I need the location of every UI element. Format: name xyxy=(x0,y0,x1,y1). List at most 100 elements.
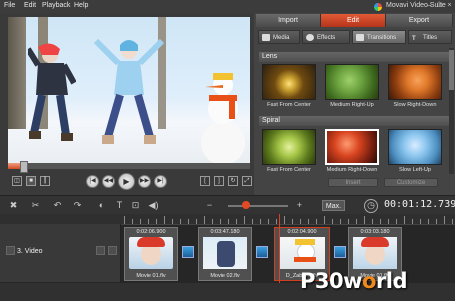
zoom-out-icon[interactable]: − xyxy=(204,200,215,211)
maximize-icon[interactable]: □ xyxy=(436,2,443,9)
seek-bar[interactable] xyxy=(8,161,250,173)
crop-icon[interactable]: ⊡ xyxy=(130,200,141,211)
ruler-tick xyxy=(188,219,189,224)
transition-thumbnail[interactable] xyxy=(325,64,379,100)
transition-marker-icon[interactable] xyxy=(334,246,346,258)
ruler-tick xyxy=(260,219,261,224)
clip-thumbnail xyxy=(279,237,325,269)
ruler-tick xyxy=(204,216,205,224)
step-back-icon[interactable]: ◀◀ xyxy=(102,175,115,188)
ruler-tick xyxy=(412,219,413,224)
transition-label: Slow Left-Up xyxy=(398,167,432,173)
track-name: 3. Video xyxy=(17,248,43,255)
transition-marker-icon[interactable] xyxy=(182,246,194,258)
minimize-icon[interactable]: – xyxy=(426,2,433,9)
text-icon[interactable]: T xyxy=(114,200,125,211)
ruler-tick xyxy=(356,219,357,224)
scrollbar-thumb[interactable] xyxy=(449,50,454,90)
effects-icon xyxy=(306,34,314,41)
snapshot-icon[interactable]: ◫ xyxy=(12,176,22,186)
customize-button[interactable]: Customize xyxy=(384,178,438,187)
ruler-tick xyxy=(372,219,373,224)
ruler-tick xyxy=(244,216,245,224)
zoom-slider[interactable] xyxy=(228,205,288,207)
ruler-tick xyxy=(428,219,429,224)
tab-import[interactable]: Import xyxy=(256,14,321,27)
ruler-tick xyxy=(132,219,133,224)
ruler-tick xyxy=(332,219,333,224)
stop-icon[interactable]: ■ xyxy=(26,176,36,186)
subtab-media-label: Media xyxy=(273,35,290,41)
timeline[interactable]: 3. Video 0:02:06.900 Movie 01.flv 0:03:4… xyxy=(0,214,455,301)
transition-thumbnail[interactable] xyxy=(262,64,316,100)
ruler-tick xyxy=(140,219,141,224)
track-lock-icon[interactable] xyxy=(6,246,15,255)
transition-label: Medium Right-Up xyxy=(330,102,374,108)
ruler-tick xyxy=(228,219,229,224)
ruler-tick xyxy=(164,216,165,224)
play-button[interactable]: ▶ xyxy=(118,173,135,190)
transition-thumbnail[interactable] xyxy=(262,129,316,165)
timeline-clip[interactable]: 0:03:47.180 Movie 02.flv xyxy=(198,227,252,281)
person-jumping-image xyxy=(94,38,164,144)
ruler-tick xyxy=(452,219,453,224)
menu-file[interactable]: File xyxy=(4,2,15,9)
color-adjust-icon[interactable]: ◐ xyxy=(96,200,107,211)
snowman-image xyxy=(201,73,245,163)
insert-button[interactable]: Insert xyxy=(328,178,378,187)
titles-icon: T xyxy=(412,36,416,42)
zoom-in-icon[interactable]: + xyxy=(294,200,305,211)
go-to-start-icon[interactable]: |◀ xyxy=(86,175,99,188)
watermark-text: rld xyxy=(375,269,408,293)
clip-timecode: 0:03:03.180 xyxy=(360,229,390,235)
delete-icon[interactable]: ✖ xyxy=(8,200,19,211)
cut-icon[interactable]: ✂ xyxy=(30,200,41,211)
rotate-right-icon[interactable]: ↷ xyxy=(72,200,83,211)
transition-thumbnail[interactable] xyxy=(388,129,442,165)
transition-thumbnail[interactable] xyxy=(388,64,442,100)
ruler-tick xyxy=(172,219,173,224)
subtab-media[interactable]: Media xyxy=(258,30,300,44)
menu-edit[interactable]: Edit xyxy=(24,2,36,9)
split-icon[interactable]: ┃ xyxy=(40,176,50,186)
clip-thumbnail xyxy=(203,237,247,269)
ruler-tick xyxy=(436,219,437,224)
track-visibility-icon[interactable] xyxy=(96,246,105,255)
section-lens: Lens xyxy=(259,52,452,62)
mark-in-icon[interactable]: [ xyxy=(200,176,210,186)
track-mute-icon[interactable] xyxy=(108,246,117,255)
menu-playback[interactable]: Playback xyxy=(42,2,70,9)
loop-icon[interactable]: ↻ xyxy=(228,176,238,186)
step-forward-icon[interactable]: ▶▶ xyxy=(138,175,151,188)
watermark-text: o xyxy=(362,269,376,293)
subtab-titles[interactable]: T Titles xyxy=(408,30,452,44)
tab-edit[interactable]: Edit xyxy=(321,14,386,27)
subtab-transitions[interactable]: Transitions xyxy=(352,30,406,44)
subtab-transitions-label: Transitions xyxy=(367,35,397,41)
subtab-titles-label: Titles xyxy=(423,35,438,41)
zoom-slider-handle[interactable] xyxy=(242,201,250,209)
timecode-display: 00:01:12.739 xyxy=(384,199,455,210)
rotate-left-icon[interactable]: ↶ xyxy=(52,200,63,211)
tab-export[interactable]: Export xyxy=(386,14,453,27)
ruler-tick xyxy=(300,219,301,224)
volume-icon[interactable]: ◀) xyxy=(148,200,159,211)
subtab-effects[interactable]: Effects xyxy=(302,30,350,44)
ruler-tick xyxy=(380,219,381,224)
clip-timecode: 0:02:06.900 xyxy=(136,229,166,235)
ruler-tick xyxy=(124,216,125,224)
ruler-tick xyxy=(340,219,341,224)
menu-help[interactable]: Help xyxy=(74,2,88,9)
section-spiral: Spiral xyxy=(259,116,452,126)
zoom-max-button[interactable]: Max. xyxy=(322,200,345,211)
transition-thumbnail-selected[interactable] xyxy=(325,129,379,165)
go-to-end-icon[interactable]: ▶| xyxy=(154,175,167,188)
transition-marker-icon[interactable] xyxy=(256,246,268,258)
transition-label: Fast From Center xyxy=(267,167,311,173)
ruler-tick xyxy=(292,219,293,224)
timeline-clip[interactable]: 0:02:06.900 Movie 01.flv xyxy=(124,227,178,281)
close-icon[interactable]: × xyxy=(446,2,453,9)
mark-out-icon[interactable]: ] xyxy=(214,176,224,186)
library-scrollbar[interactable] xyxy=(449,48,454,174)
fullscreen-icon[interactable]: ⤢ xyxy=(242,176,252,186)
